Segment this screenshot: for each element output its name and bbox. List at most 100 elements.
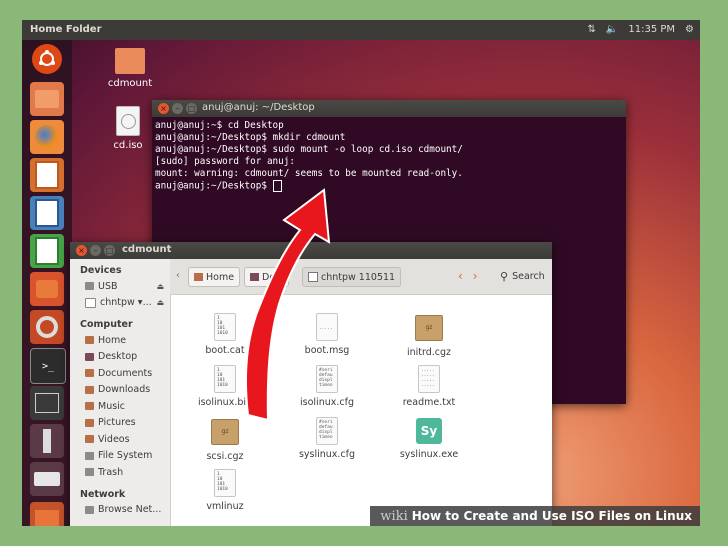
terminal-line: mount: warning: cdmount/ seems to be mou…: [155, 168, 463, 179]
network-icon[interactable]: ⇅: [588, 24, 596, 35]
desktop-icon-cdmount[interactable]: cdmount: [100, 48, 160, 89]
terminal-line: [sudo] password for anuj:: [155, 156, 295, 167]
breadcrumb-desktop[interactable]: Desl: [244, 267, 289, 287]
eject-icon[interactable]: ⏏: [156, 298, 164, 307]
terminal-output[interactable]: anuj@anuj:~$ cd Desktop anuj@anuj:~/Desk…: [152, 117, 626, 196]
clock[interactable]: 11:35 PM: [628, 24, 675, 35]
sidebar-item-documents[interactable]: Documents: [70, 365, 170, 382]
eject-icon[interactable]: ⏏: [156, 282, 164, 291]
sidebar-item-label: File System: [98, 450, 153, 462]
file-item[interactable]: gz scsi.cgz: [185, 417, 265, 462]
videos-icon: [85, 435, 94, 444]
terminal-launcher-icon[interactable]: >_: [30, 348, 66, 384]
file-manager-window[interactable]: × – □ cdmount Devices USB ⏏ chntpw ▾... ⏏ …: [70, 242, 552, 526]
archive-icon: gz: [211, 419, 239, 445]
desktop-icon: [85, 352, 94, 361]
sidebar-item-desktop[interactable]: Desktop: [70, 349, 170, 366]
sidebar-item-usb[interactable]: USB ⏏: [70, 278, 170, 295]
file-item[interactable]: #seri defau displ timeo syslinux.cfg: [287, 417, 367, 460]
terminal-titlebar[interactable]: × – □ anuj@anuj: ~/Desktop: [152, 100, 626, 117]
terminal-title: anuj@anuj: ~/Desktop: [202, 102, 315, 113]
usb-drive-icon[interactable]: [30, 424, 64, 458]
music-icon: [85, 402, 94, 411]
nav-arrows[interactable]: ‹›: [458, 269, 488, 283]
sidebar-item-label: Downloads: [98, 384, 151, 396]
file-item[interactable]: ..... boot.msg: [287, 313, 367, 356]
close-icon[interactable]: ×: [158, 103, 169, 114]
executable-icon: Sy: [416, 418, 442, 444]
file-name: isolinux.cfg: [300, 397, 354, 408]
search-icon: ⚲: [500, 270, 509, 283]
file-name: scsi.cgz: [206, 451, 244, 462]
text-file-icon: 1 10 101 1010: [214, 365, 236, 393]
downloads-icon: [85, 385, 94, 394]
trash-launcher-icon[interactable]: [30, 502, 64, 526]
file-item[interactable]: ..... ..... ..... ..... readme.txt: [389, 365, 469, 408]
disc-icon: [85, 297, 96, 308]
disc-drive-icon[interactable]: [30, 462, 64, 496]
desktop-icon-cd-iso[interactable]: cd.iso: [98, 106, 158, 151]
file-name: initrd.cgz: [406, 347, 452, 358]
file-item[interactable]: gz initrd.cgz: [389, 313, 469, 358]
file-grid: 1 10 101 1010 boot.cat ..... boot.msg gz in…: [171, 295, 552, 526]
sidebar-item-downloads[interactable]: Downloads: [70, 382, 170, 399]
sidebar-item-music[interactable]: Music: [70, 398, 170, 415]
usb-icon: [85, 282, 94, 291]
file-item[interactable]: 1 10 101 1010 vmlinuz: [185, 469, 265, 512]
sidebar-item-label: Videos: [98, 433, 130, 445]
wikihow-watermark: wiki How to Create and Use ISO Files on …: [370, 506, 700, 526]
sidebar-item-browse-network[interactable]: Browse Net...: [70, 502, 170, 519]
history-back-icon[interactable]: ‹: [176, 270, 180, 281]
text-file-icon: 1 10 101 1010: [214, 469, 236, 497]
sidebar-item-chntpw[interactable]: chntpw ▾... ⏏: [70, 295, 170, 312]
minimize-icon[interactable]: –: [90, 245, 101, 256]
panel-title: Home Folder: [30, 24, 102, 35]
writer-icon[interactable]: [30, 196, 64, 230]
sidebar-item-videos[interactable]: Videos: [70, 431, 170, 448]
maximize-icon[interactable]: □: [186, 103, 197, 114]
sidebar-item-pictures[interactable]: Pictures: [70, 415, 170, 432]
desktop-icon: [250, 273, 259, 281]
file-item[interactable]: Sy syslinux.exe: [389, 417, 469, 460]
close-icon[interactable]: ×: [76, 245, 87, 256]
file-item[interactable]: #seri defau displ timeo isolinux.cfg: [287, 365, 367, 408]
calc-icon[interactable]: [30, 234, 64, 268]
maximize-icon[interactable]: □: [104, 245, 115, 256]
terminal-prompt: anuj@anuj:~/Desktop$: [155, 180, 273, 192]
sidebar-heading-network: Network: [80, 488, 126, 500]
volume-icon[interactable]: 🔈: [606, 24, 618, 35]
watermark-text: How to Create and Use ISO Files on Linux: [411, 509, 692, 523]
text-file-icon: 1 10 101 1010: [214, 313, 236, 341]
launcher: >_: [22, 40, 72, 526]
sidebar-heading-computer: Computer: [80, 319, 133, 330]
dash-home-icon[interactable]: [32, 44, 62, 74]
screenshot-frame: Home Folder ⇅ 🔈 11:35 PM ⚙ >_ cdmount cd…: [22, 20, 700, 526]
impress-icon[interactable]: [30, 158, 64, 192]
terminal-line: anuj@anuj:~/Desktop$ mkdir cdmount: [155, 132, 346, 143]
desktop-icon-label: cd.iso: [113, 140, 143, 151]
settings-gear-icon[interactable]: ⚙: [685, 24, 694, 35]
file-name: readme.txt: [402, 397, 456, 408]
terminal-prompt-line[interactable]: anuj@anuj:~/Desktop$: [155, 180, 623, 193]
file-manager-titlebar[interactable]: × – □ cdmount: [70, 242, 552, 259]
terminal-line: anuj@anuj:~/Desktop$ sudo mount -o loop …: [155, 144, 463, 155]
sidebar-item-file-system[interactable]: File System: [70, 448, 170, 465]
file-item[interactable]: 1 10 101 1010 isolinux.bin: [185, 365, 265, 408]
search-button[interactable]: ⚲ Search: [500, 270, 545, 283]
sidebar-item-label: chntpw ▾...: [100, 297, 152, 309]
system-settings-icon[interactable]: [30, 310, 64, 344]
file-item[interactable]: 1 10 101 1010 boot.cat: [185, 313, 265, 356]
file-name: syslinux.exe: [399, 449, 459, 460]
breadcrumb-home[interactable]: Home: [188, 267, 241, 287]
firefox-icon[interactable]: [30, 120, 64, 154]
software-center-icon[interactable]: [30, 272, 64, 306]
file-manager-title: cdmount: [122, 244, 172, 255]
files-launcher-icon[interactable]: [30, 82, 64, 116]
sidebar-item-trash[interactable]: Trash: [70, 464, 170, 481]
workspace-switcher-icon[interactable]: [30, 386, 64, 420]
sidebar-item-home[interactable]: Home: [70, 332, 170, 349]
breadcrumb-chntpw[interactable]: chntpw 110511: [302, 267, 402, 287]
minimize-icon[interactable]: –: [172, 103, 183, 114]
top-panel: Home Folder ⇅ 🔈 11:35 PM ⚙: [22, 20, 700, 40]
breadcrumb-label: Home: [206, 271, 235, 283]
